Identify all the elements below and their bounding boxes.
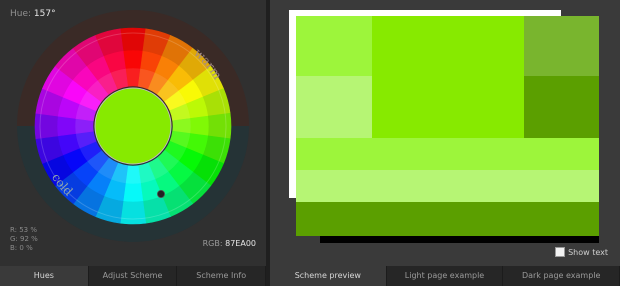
swatch-bar-dark-2[interactable] <box>296 202 599 236</box>
swatch-dark-1[interactable] <box>524 16 599 76</box>
swatch-light-1[interactable] <box>296 16 372 76</box>
scheme-preview-panel: Show text Scheme preview Light page exam… <box>270 0 620 286</box>
blue-percent: B: 0 % <box>10 244 33 252</box>
left-tab-bar: Hues Adjust Scheme Scheme Info <box>0 266 267 286</box>
hue-wheel-panel: Hue: 157° warm cold R: 53 % G: 92 % B: 0… <box>0 0 267 286</box>
show-text-toggle[interactable]: Show text <box>555 247 608 257</box>
swatch-bar-light-1[interactable] <box>296 138 599 170</box>
tab-adjust-scheme[interactable]: Adjust Scheme <box>88 266 178 286</box>
hue-segment[interactable] <box>56 115 76 137</box>
show-text-label: Show text <box>568 247 608 257</box>
tab-scheme-preview[interactable]: Scheme preview <box>270 266 387 286</box>
selected-color-center <box>94 87 172 165</box>
tab-scheme-info[interactable]: Scheme Info <box>177 266 267 286</box>
color-wheel[interactable]: warm cold <box>15 8 251 244</box>
hue-segment[interactable] <box>190 115 210 137</box>
swatch-dark-2[interactable] <box>524 76 599 138</box>
hue-segment[interactable] <box>34 112 58 140</box>
hue-segment[interactable] <box>119 27 147 51</box>
red-percent: R: 53 % <box>10 226 38 234</box>
tab-hues[interactable]: Hues <box>0 266 89 286</box>
rgb-hex-value: 87EA00 <box>225 239 256 248</box>
hue-segment[interactable] <box>208 112 232 140</box>
swatch-base[interactable] <box>372 16 524 138</box>
right-tab-bar: Scheme preview Light page example Dark p… <box>270 266 620 286</box>
swatch-bar-light-2[interactable] <box>296 170 599 202</box>
rgb-hex-readout: RGB: 87EA00 <box>203 239 256 248</box>
color-wheel-graphic[interactable]: warm cold <box>15 8 251 244</box>
tab-dark-page-example[interactable]: Dark page example <box>503 266 620 286</box>
tab-light-page-example[interactable]: Light page example <box>386 266 504 286</box>
hue-segment[interactable] <box>119 201 147 225</box>
rgb-percentages: R: 53 % G: 92 % B: 0 % <box>10 226 38 253</box>
hue-segment[interactable] <box>122 49 144 69</box>
selected-hue-dot-icon[interactable] <box>156 189 165 198</box>
rgb-hex-label: RGB: <box>202 239 223 248</box>
hue-segment[interactable] <box>122 183 144 203</box>
show-text-checkbox[interactable] <box>555 247 566 257</box>
swatch-light-2[interactable] <box>296 76 372 138</box>
green-percent: G: 92 % <box>10 235 38 243</box>
